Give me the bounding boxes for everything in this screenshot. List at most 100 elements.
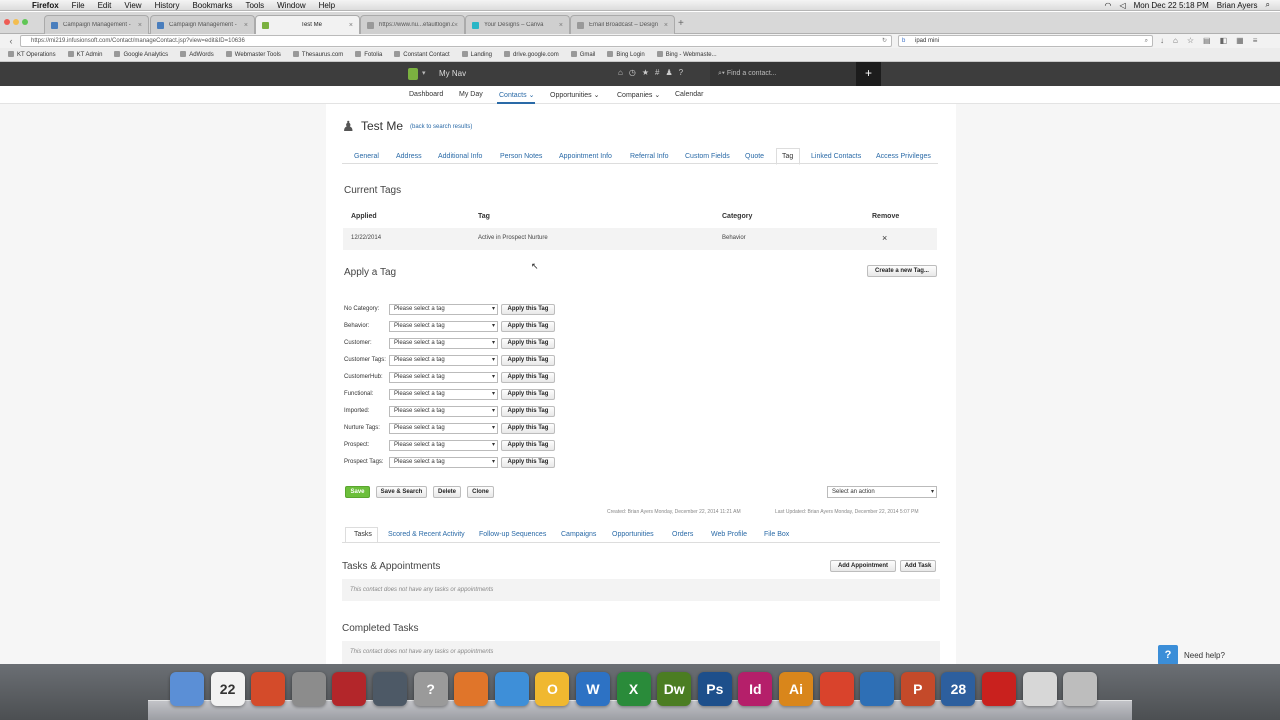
need-help-widget[interactable]: ? Need help? bbox=[1158, 645, 1225, 665]
word-icon[interactable]: W bbox=[576, 672, 610, 706]
dreamweaver-icon[interactable]: Dw bbox=[657, 672, 692, 706]
help-icon[interactable]: ? bbox=[413, 672, 448, 706]
tab-access-privileges[interactable]: Access Privileges bbox=[876, 153, 931, 160]
tag-select-dropdown[interactable]: Please select a tag bbox=[389, 321, 498, 332]
illustrator-icon[interactable]: Ai bbox=[779, 672, 813, 706]
search-engine-icon[interactable]: b bbox=[902, 36, 905, 46]
tab-close-icon[interactable]: × bbox=[138, 22, 142, 29]
menu-history[interactable]: History bbox=[155, 1, 180, 10]
tab-close-icon[interactable]: × bbox=[454, 22, 458, 29]
browser-tab[interactable]: Campaign Management - × bbox=[44, 15, 149, 34]
menu-edit[interactable]: Edit bbox=[98, 1, 112, 10]
nav-dashboard[interactable]: Dashboard bbox=[409, 91, 443, 98]
home-icon[interactable]: ⌂ bbox=[618, 68, 623, 77]
apply-this-tag-button[interactable]: Apply this Tag bbox=[501, 389, 555, 400]
tab-follow-up-sequences[interactable]: Follow-up Sequences bbox=[479, 531, 546, 538]
save-and-search-button[interactable]: Save & Search bbox=[376, 486, 427, 498]
tab-address[interactable]: Address bbox=[396, 153, 422, 160]
tab-quote[interactable]: Quote bbox=[745, 153, 764, 160]
url-bar[interactable]: https://mi219.infusionsoft.com/Contact/m… bbox=[20, 35, 892, 47]
screenshot-icon[interactable] bbox=[373, 672, 407, 706]
photobooth-icon[interactable] bbox=[332, 672, 367, 706]
download-icon[interactable]: ↓ bbox=[1160, 36, 1164, 45]
browser-tab[interactable]: Email Broadcast – Design × bbox=[570, 15, 675, 34]
spotlight-icon[interactable]: ⌕ bbox=[1266, 0, 1270, 10]
tab-campaigns[interactable]: Campaigns bbox=[561, 531, 596, 538]
tab-person-notes[interactable]: Person Notes bbox=[500, 153, 542, 160]
tag-select-dropdown[interactable]: Please select a tag bbox=[389, 355, 498, 366]
minimize-window-icon[interactable] bbox=[13, 19, 19, 25]
tab-tag[interactable]: Tag bbox=[782, 153, 793, 160]
bookmark-item[interactable]: Fotolia bbox=[355, 51, 382, 58]
apply-this-tag-button[interactable]: Apply this Tag bbox=[501, 355, 555, 366]
menu-file[interactable]: File bbox=[72, 1, 85, 10]
menu-help[interactable]: Help bbox=[319, 1, 335, 10]
apply-this-tag-button[interactable]: Apply this Tag bbox=[501, 440, 555, 451]
user-icon[interactable]: ♟ bbox=[665, 68, 672, 77]
library-icon[interactable]: ▤ bbox=[1203, 36, 1211, 45]
star-icon[interactable]: ★ bbox=[642, 68, 649, 77]
powerpoint-icon[interactable]: P bbox=[900, 672, 935, 706]
menu-app-name[interactable]: Firefox bbox=[32, 1, 59, 10]
safari-icon[interactable] bbox=[494, 672, 529, 706]
reload-icon[interactable]: ↻ bbox=[882, 36, 887, 46]
tab-web-profile[interactable]: Web Profile bbox=[711, 531, 747, 538]
tab-close-icon[interactable]: × bbox=[664, 22, 668, 29]
browser-tab[interactable]: Your Designs – Canva × bbox=[465, 15, 570, 34]
chrome-icon[interactable] bbox=[819, 672, 854, 706]
tab-close-icon[interactable]: × bbox=[349, 22, 353, 29]
bookmark-item[interactable]: Gmail bbox=[571, 51, 596, 58]
tab-appointment-info[interactable]: Appointment Info bbox=[559, 153, 612, 160]
tag-select-dropdown[interactable]: Please select a tag bbox=[389, 304, 498, 315]
tag-select-dropdown[interactable]: Please select a tag bbox=[389, 440, 498, 451]
apply-this-tag-button[interactable]: Apply this Tag bbox=[501, 321, 555, 332]
clock-icon[interactable]: 28 bbox=[941, 672, 976, 706]
network-icon[interactable] bbox=[860, 672, 895, 706]
excel-icon[interactable]: X bbox=[616, 672, 651, 706]
infusionsoft-logo-icon[interactable] bbox=[408, 68, 418, 80]
save-button[interactable]: Save bbox=[345, 486, 370, 498]
apply-this-tag-button[interactable]: Apply this Tag bbox=[501, 423, 555, 434]
bookmark-star-icon[interactable]: ☆ bbox=[1187, 36, 1194, 45]
tab-general[interactable]: General bbox=[354, 153, 379, 160]
apply-this-tag-button[interactable]: Apply this Tag bbox=[501, 406, 555, 417]
bookmark-item[interactable]: Webmaster Tools bbox=[226, 51, 281, 58]
bookmark-item[interactable]: Landing bbox=[462, 51, 492, 58]
tab-opportunities[interactable]: Opportunities bbox=[612, 531, 654, 538]
new-tab-icon[interactable]: + bbox=[678, 18, 684, 29]
remove-tag-icon[interactable]: × bbox=[882, 233, 887, 243]
tab-file-box[interactable]: File Box bbox=[764, 531, 789, 538]
tab-tasks[interactable]: Tasks bbox=[354, 531, 372, 538]
need-help-label[interactable]: Need help? bbox=[1184, 651, 1225, 660]
delete-button[interactable]: Delete bbox=[433, 486, 461, 498]
finder-icon[interactable] bbox=[170, 672, 204, 706]
bookmark-item[interactable]: Bing Login bbox=[607, 51, 644, 58]
firefox-icon[interactable] bbox=[454, 672, 489, 706]
tag-select-dropdown[interactable]: Please select a tag bbox=[389, 372, 498, 383]
zoom-window-icon[interactable] bbox=[22, 19, 28, 25]
tab-orders[interactable]: Orders bbox=[672, 531, 693, 538]
bookmark-item[interactable]: Constant Contact bbox=[394, 51, 449, 58]
tag-select-dropdown[interactable]: Please select a tag bbox=[389, 338, 498, 349]
volume-icon[interactable]: ◁ bbox=[1119, 1, 1125, 10]
photoshop-icon[interactable]: Ps bbox=[697, 672, 732, 706]
browser-tab-active[interactable]: Test Me × bbox=[255, 15, 360, 34]
apply-this-tag-button[interactable]: Apply this Tag bbox=[501, 457, 555, 468]
bookmark-item[interactable]: KT Operations bbox=[8, 51, 56, 58]
printer-icon[interactable] bbox=[291, 672, 326, 706]
bookmark-item[interactable]: Google Analytics bbox=[114, 51, 168, 58]
clone-button[interactable]: Clone bbox=[467, 486, 494, 498]
back-to-search-link[interactable]: (back to search results) bbox=[410, 124, 472, 130]
nav-opportunities[interactable]: Opportunities ⌄ bbox=[550, 91, 599, 99]
find-contact-input[interactable]: ⌕▾ Find a contact... bbox=[710, 62, 856, 86]
acrobat-icon[interactable] bbox=[982, 672, 1016, 706]
menu-tools[interactable]: Tools bbox=[245, 1, 264, 10]
close-window-icon[interactable] bbox=[4, 19, 10, 25]
add-button[interactable]: + bbox=[856, 62, 881, 86]
bookmark-item[interactable]: drive.google.com bbox=[504, 51, 559, 58]
clock-icon[interactable]: ◷ bbox=[629, 68, 636, 77]
tag-select-dropdown[interactable]: Please select a tag bbox=[389, 406, 498, 417]
apply-this-tag-button[interactable]: Apply this Tag bbox=[501, 304, 555, 315]
bookmark-item[interactable]: Bing - Webmaste... bbox=[657, 51, 717, 58]
menubar-clock[interactable]: Mon Dec 22 5:18 PM bbox=[1134, 1, 1209, 10]
